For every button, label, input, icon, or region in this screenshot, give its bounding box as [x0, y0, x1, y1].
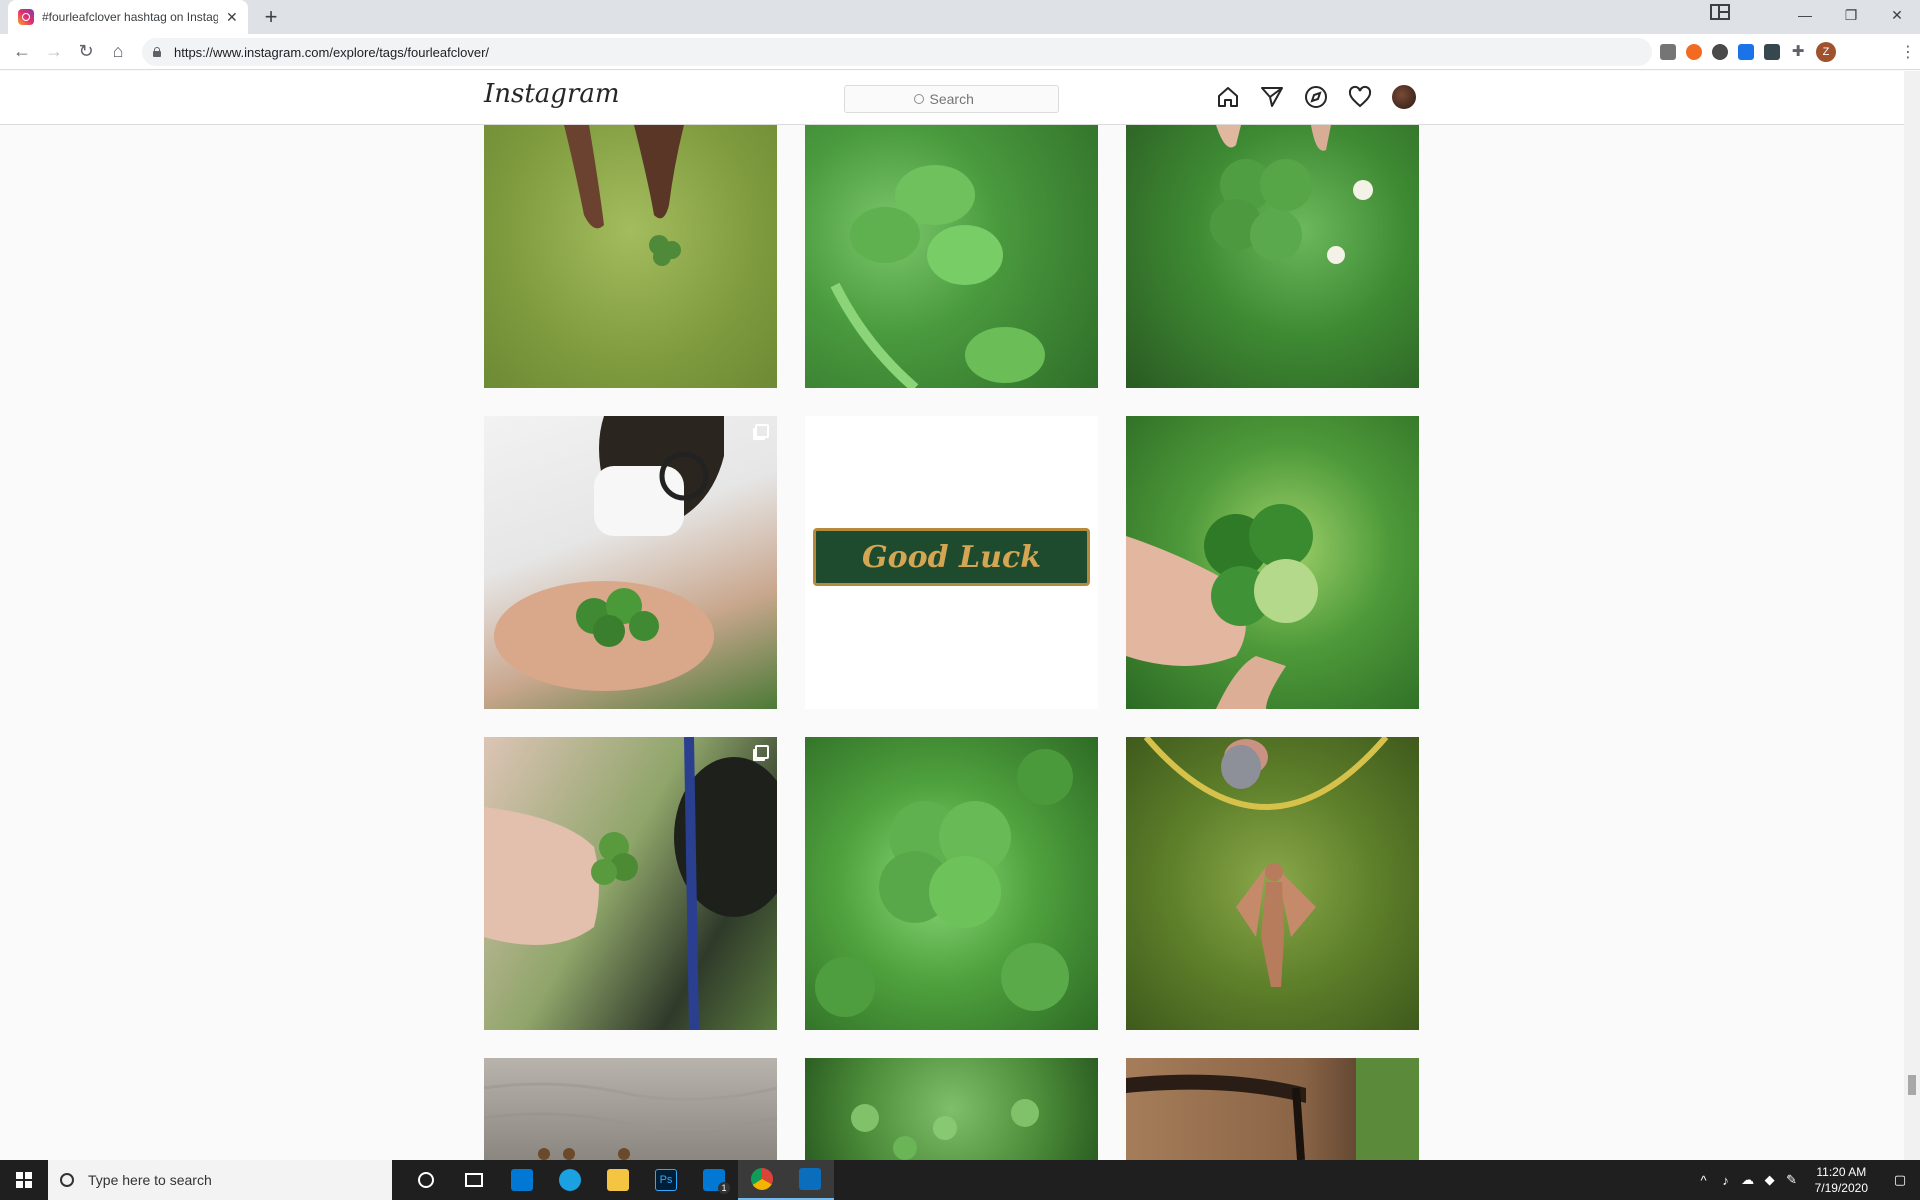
post-tile-8[interactable]: [805, 737, 1098, 1030]
instagram-header: Instagram: [0, 71, 1904, 125]
mail-badge: 1: [718, 1182, 730, 1194]
post-tile-6[interactable]: [1126, 416, 1419, 709]
page-scrollbar[interactable]: [1904, 71, 1920, 1160]
onedrive-icon[interactable]: ☁: [1737, 1172, 1759, 1188]
post-image: [1126, 504, 1318, 709]
back-icon[interactable]: ←: [6, 36, 38, 68]
post-image: [484, 737, 777, 1030]
post-image: [1143, 737, 1389, 987]
home-nav-icon[interactable]: [1216, 85, 1240, 109]
search-icon: [60, 1173, 74, 1187]
clock-time: 11:20 AM: [1816, 1165, 1867, 1179]
address-bar[interactable]: https://www.instagram.com/explore/tags/f…: [142, 38, 1652, 66]
minimize-icon[interactable]: —: [1782, 7, 1828, 23]
clock-date: 7/19/2020: [1814, 1181, 1868, 1195]
dropbox-icon[interactable]: ◆: [1759, 1172, 1781, 1188]
tab-title: #fourleafclover hashtag on Instagram: [42, 10, 218, 24]
extensions-area: ✚ Z: [1660, 42, 1836, 62]
taskbar-search[interactable]: Type here to search: [48, 1160, 392, 1200]
search-input[interactable]: [929, 91, 990, 107]
post-tile-5[interactable]: Good Luck: [805, 416, 1098, 709]
url-text[interactable]: https://www.instagram.com/explore/tags/f…: [174, 45, 489, 60]
post-tile-11[interactable]: [805, 1058, 1098, 1160]
close-tab-icon[interactable]: ✕: [226, 9, 238, 26]
pen-icon[interactable]: ✎: [1781, 1172, 1803, 1188]
app-icon[interactable]: [786, 1160, 834, 1200]
post-image: [494, 416, 724, 691]
window-controls: — ❐ ✕: [1782, 0, 1920, 30]
extension-g-icon[interactable]: [1660, 44, 1676, 60]
browser-toolbar: ← → ↻ ⌂ https://www.instagram.com/explor…: [0, 34, 1920, 70]
post-image: [484, 1082, 777, 1160]
home-icon[interactable]: ⌂: [102, 36, 134, 68]
post-image: [830, 165, 1045, 388]
browser-tab[interactable]: #fourleafclover hashtag on Instagram ✕: [8, 0, 248, 34]
post-image: [1126, 1058, 1419, 1160]
good-luck-pin-image: Good Luck: [813, 528, 1090, 586]
chrome-menu-icon[interactable]: [1900, 42, 1916, 62]
post-tile-12[interactable]: [1126, 1058, 1419, 1160]
post-image: [815, 749, 1073, 1017]
edge-icon[interactable]: [546, 1160, 594, 1200]
close-window-icon[interactable]: ✕: [1874, 7, 1920, 24]
forward-icon[interactable]: →: [38, 36, 70, 68]
windows-taskbar: Type here to search Ps 1 ^ ♪ ☁ ◆ ✎ 11:20…: [0, 1160, 1920, 1200]
extension-blue-icon[interactable]: [1738, 44, 1754, 60]
post-tile-9[interactable]: [1126, 737, 1419, 1030]
activity-heart-icon[interactable]: [1348, 85, 1372, 109]
tab-search-icon[interactable]: [1710, 4, 1730, 20]
taskbar-apps: Ps 1: [402, 1160, 834, 1200]
profile-avatar-icon[interactable]: [1392, 85, 1416, 109]
start-button[interactable]: [0, 1160, 48, 1200]
clock[interactable]: 11:20 AM 7/19/2020: [1803, 1164, 1880, 1196]
reload-icon[interactable]: ↻: [70, 36, 102, 68]
instagram-page: Instagram Search Good Luck: [0, 71, 1904, 1160]
lock-icon[interactable]: [152, 47, 162, 57]
post-tile-1[interactable]: [484, 125, 777, 388]
search-icon: [913, 94, 924, 104]
multiple-photos-icon: [755, 424, 769, 438]
notifications-icon[interactable]: ▢: [1880, 1172, 1920, 1188]
multiple-photos-icon: [755, 745, 769, 759]
post-tile-3[interactable]: [1126, 125, 1419, 388]
mail-icon[interactable]: 1: [690, 1160, 738, 1200]
extension-circle-icon[interactable]: [1712, 44, 1728, 60]
profile-avatar[interactable]: Z: [1816, 42, 1836, 62]
file-explorer-icon[interactable]: [594, 1160, 642, 1200]
extension-orange-icon[interactable]: [1686, 44, 1702, 60]
task-view-icon[interactable]: [450, 1160, 498, 1200]
system-tray: ^ ♪ ☁ ◆ ✎ 11:20 AM 7/19/2020 ▢: [1693, 1160, 1920, 1200]
post-tile-10[interactable]: [484, 1058, 777, 1160]
store-icon[interactable]: [498, 1160, 546, 1200]
post-image: [851, 1099, 1039, 1160]
windows-logo-icon: [16, 1172, 32, 1188]
extensions-puzzle-icon[interactable]: ✚: [1790, 44, 1806, 60]
instagram-logo[interactable]: Instagram: [484, 79, 620, 109]
volume-icon[interactable]: ♪: [1715, 1173, 1737, 1188]
cortana-icon[interactable]: [402, 1160, 450, 1200]
new-tab-button[interactable]: +: [258, 4, 284, 30]
tab-bar: #fourleafclover hashtag on Instagram ✕ +…: [0, 0, 1920, 34]
good-luck-text: Good Luck: [861, 539, 1042, 575]
instagram-nav: [1216, 85, 1416, 109]
photoshop-icon[interactable]: Ps: [642, 1160, 690, 1200]
direct-message-icon[interactable]: [1260, 85, 1284, 109]
post-tile-2[interactable]: [805, 125, 1098, 388]
restore-icon[interactable]: ❐: [1828, 7, 1874, 24]
post-tile-4[interactable]: [484, 416, 777, 709]
search-box[interactable]: [844, 85, 1059, 113]
taskbar-search-placeholder: Type here to search: [88, 1172, 212, 1188]
post-tile-7[interactable]: [484, 737, 777, 1030]
post-image: [564, 125, 684, 266]
explore-compass-icon[interactable]: [1304, 85, 1328, 109]
scrollbar-thumb[interactable]: [1908, 1075, 1916, 1095]
extension-dark-icon[interactable]: [1764, 44, 1780, 60]
post-image: [1210, 125, 1373, 264]
show-hidden-icons[interactable]: ^: [1693, 1173, 1715, 1188]
instagram-favicon-icon: [18, 9, 34, 25]
chrome-icon[interactable]: [738, 1160, 786, 1200]
